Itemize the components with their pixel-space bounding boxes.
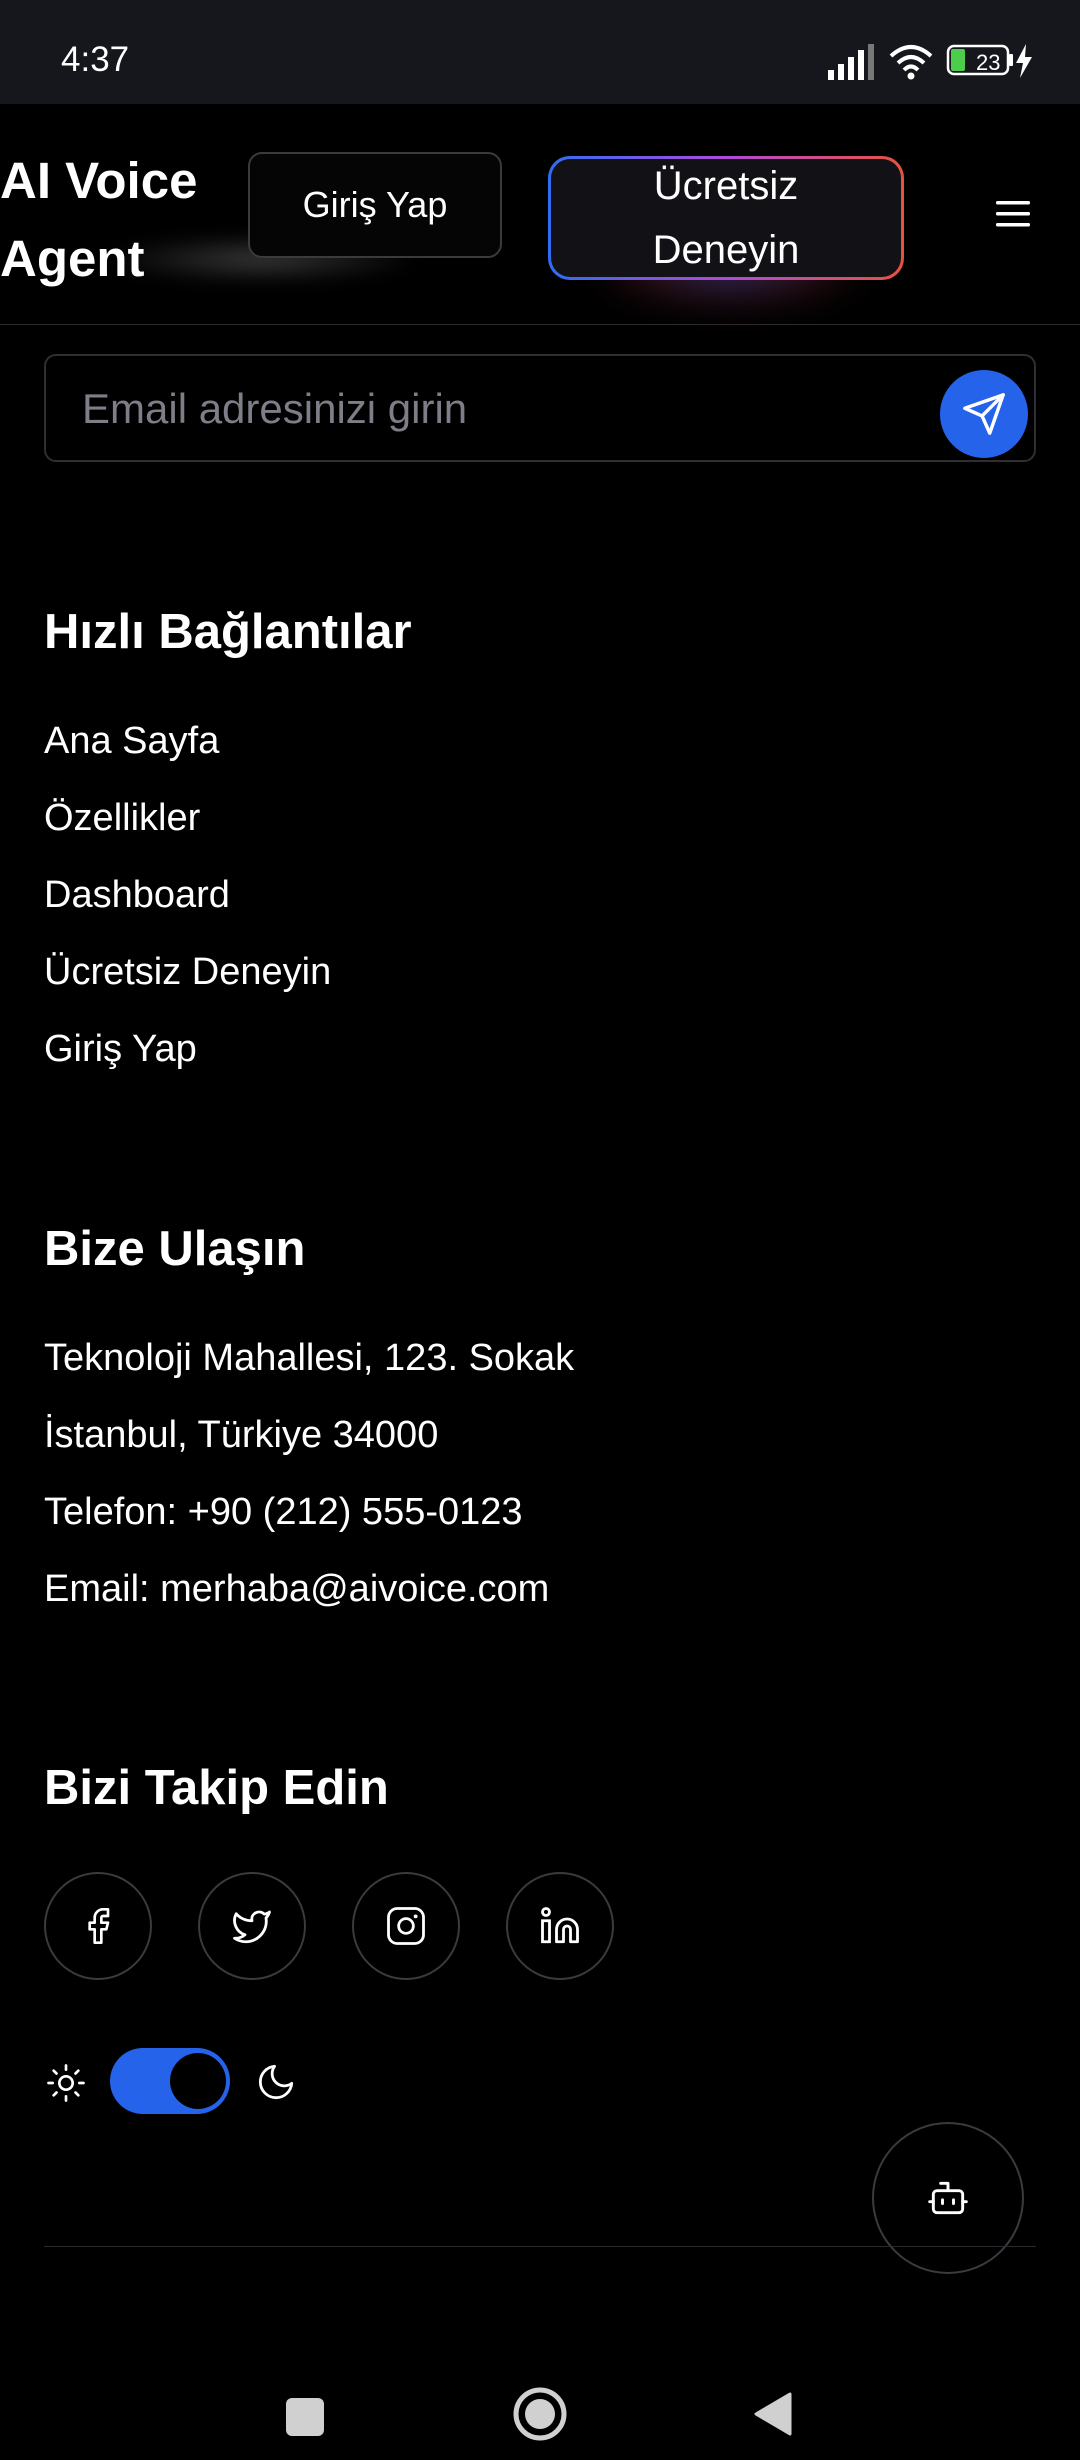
back-button[interactable] bbox=[752, 2390, 792, 2438]
system-navigation-bar bbox=[0, 2330, 1080, 2460]
signal-icon bbox=[828, 44, 874, 80]
status-time: 4:37 bbox=[61, 40, 130, 79]
newsletter-form bbox=[44, 354, 1036, 462]
sun-icon bbox=[47, 2064, 85, 2102]
twitter-icon bbox=[233, 1910, 271, 1944]
battery-level: 23 bbox=[976, 50, 1001, 75]
social-title: Bizi Takip Edin bbox=[44, 1761, 389, 1815]
contact-city-line: İstanbul, Türkiye 34000 bbox=[44, 1414, 439, 1456]
facebook-button[interactable] bbox=[44, 1872, 152, 1980]
send-button[interactable] bbox=[940, 370, 1028, 458]
brand-logo-text[interactable]: AI Voice Agent bbox=[0, 142, 230, 298]
wifi-icon bbox=[889, 45, 933, 80]
quick-links-title: Hızlı Bağlantılar bbox=[44, 605, 412, 659]
status-bar: 4:37 23 bbox=[0, 0, 1080, 104]
site-header: AI Voice Agent Giriş Yap Ücretsiz Deneyi… bbox=[0, 104, 1080, 325]
link-login[interactable]: Giriş Yap bbox=[44, 1028, 197, 1071]
email-field[interactable] bbox=[80, 378, 884, 440]
send-icon bbox=[963, 393, 1005, 435]
home-button[interactable] bbox=[512, 2386, 568, 2442]
footer-divider bbox=[44, 2246, 1036, 2247]
moon-icon bbox=[258, 2064, 294, 2100]
theme-toggle[interactable] bbox=[110, 2048, 230, 2114]
contact-title: Bize Ulaşın bbox=[44, 1222, 306, 1276]
theme-toggle-knob bbox=[170, 2053, 226, 2109]
contact-address-line: Teknoloji Mahallesi, 123. Sokak bbox=[44, 1337, 575, 1379]
link-features[interactable]: Özellikler bbox=[44, 797, 200, 840]
contact-email: Email: merhaba@aivoice.com bbox=[44, 1568, 550, 1610]
charging-icon bbox=[1016, 44, 1032, 78]
link-free-trial[interactable]: Ücretsiz Deneyin bbox=[44, 951, 331, 994]
facebook-icon bbox=[88, 1908, 110, 1944]
hamburger-menu-icon[interactable] bbox=[994, 196, 1034, 232]
linkedin-button[interactable] bbox=[506, 1872, 614, 1980]
status-icons: 23 bbox=[828, 44, 1032, 84]
link-dashboard[interactable]: Dashboard bbox=[44, 874, 230, 917]
free-trial-button[interactable]: Ücretsiz Deneyin bbox=[548, 156, 904, 280]
bot-icon bbox=[928, 2181, 968, 2215]
twitter-button[interactable] bbox=[198, 1872, 306, 1980]
instagram-button[interactable] bbox=[352, 1872, 460, 1980]
link-home[interactable]: Ana Sayfa bbox=[44, 720, 219, 763]
chatbot-button[interactable] bbox=[872, 2122, 1024, 2274]
recents-button[interactable] bbox=[286, 2398, 324, 2436]
linkedin-icon bbox=[541, 1907, 579, 1944]
instagram-icon bbox=[387, 1907, 425, 1945]
free-trial-label: Ücretsiz Deneyin bbox=[652, 164, 800, 272]
login-button[interactable]: Giriş Yap bbox=[248, 152, 502, 258]
contact-phone: Telefon: +90 (212) 555-0123 bbox=[44, 1491, 523, 1533]
